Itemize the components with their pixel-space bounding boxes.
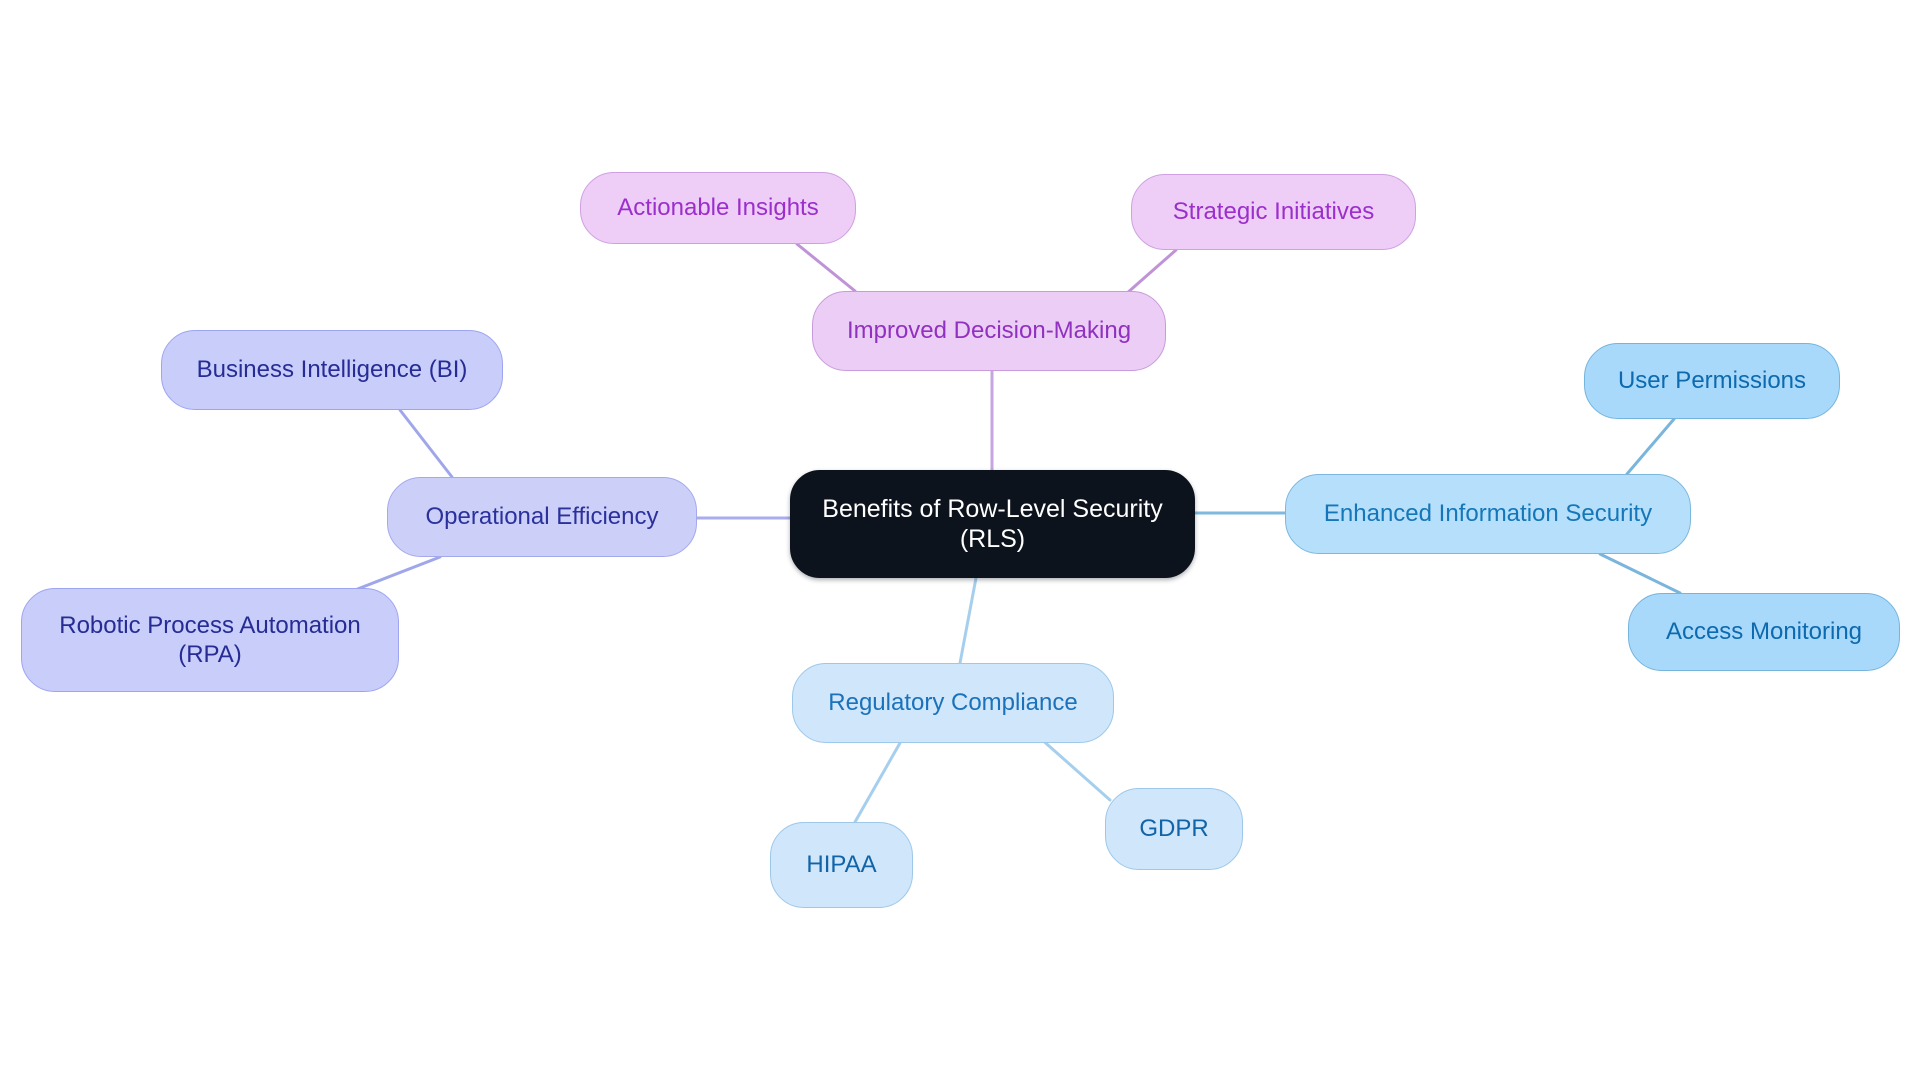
node-business-intelligence[interactable]: Business Intelligence (BI) (161, 330, 503, 410)
edge-enhanced-information-security-user-permissions (1625, 417, 1676, 476)
node-gdpr[interactable]: GDPR (1105, 788, 1243, 870)
edge-root-regulatory-compliance (958, 576, 978, 665)
node-strategic-initiatives[interactable]: Strategic Initiatives (1131, 174, 1416, 250)
node-user-permissions[interactable]: User Permissions (1584, 343, 1840, 419)
edge-improved-decision-making-strategic-initiatives (1124, 248, 1178, 296)
node-actionable-insights[interactable]: Actionable Insights (580, 172, 856, 244)
node-root-benefits-of-row-level-security[interactable]: Benefits of Row-Level Security (RLS) (790, 470, 1195, 578)
node-regulatory-compliance[interactable]: Regulatory Compliance (792, 663, 1114, 743)
edge-regulatory-compliance-hipaa (853, 741, 902, 824)
mindmap-canvas: Benefits of Row-Level Security (RLS) Imp… (0, 0, 1920, 1083)
edge-regulatory-compliance-gdpr (1038, 736, 1112, 802)
node-robotic-process-automation[interactable]: Robotic Process Automation (RPA) (21, 588, 399, 692)
edge-improved-decision-making-actionable-insights (795, 242, 857, 293)
node-operational-efficiency[interactable]: Operational Efficiency (387, 477, 697, 557)
node-hipaa[interactable]: HIPAA (770, 822, 913, 908)
edge-operational-efficiency-business-intelligence (398, 408, 454, 479)
edge-enhanced-information-security-access-monitoring (1598, 552, 1682, 595)
node-improved-decision-making[interactable]: Improved Decision-Making (812, 291, 1166, 371)
edge-operational-efficiency-robotic-process-automation (353, 555, 442, 592)
node-enhanced-information-security[interactable]: Enhanced Information Security (1285, 474, 1691, 554)
node-access-monitoring[interactable]: Access Monitoring (1628, 593, 1900, 671)
